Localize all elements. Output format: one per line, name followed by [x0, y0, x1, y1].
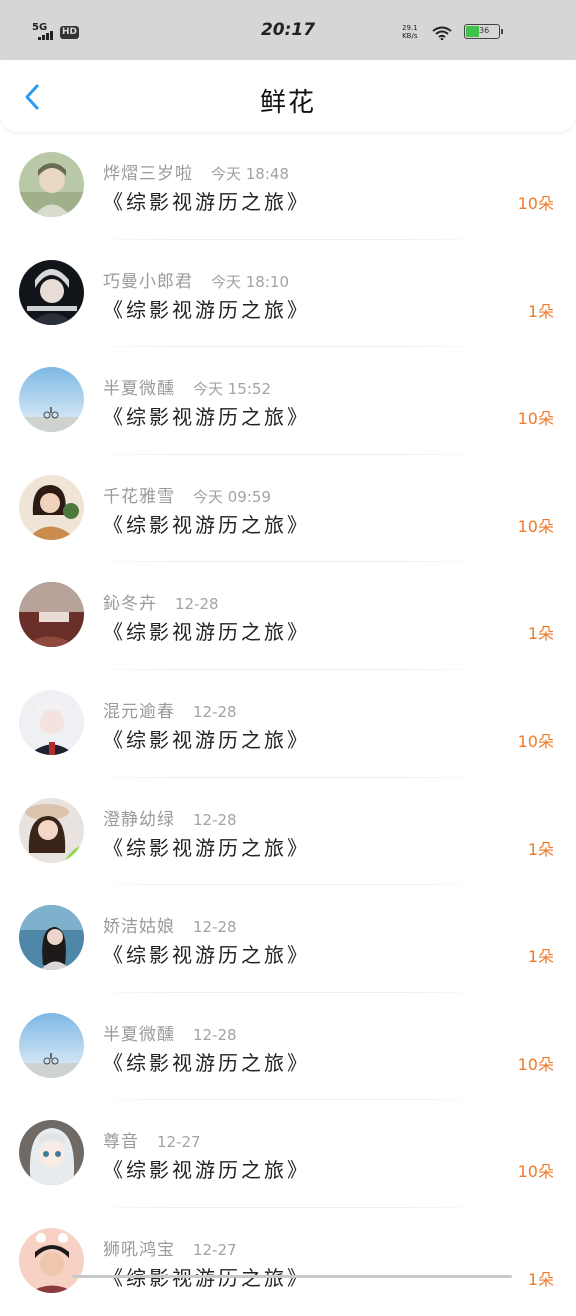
user-name: 鈊冬卉 12-28 [103, 594, 219, 615]
record-time: 12-28 [193, 1025, 237, 1044]
record-time: 今天 18:10 [211, 272, 289, 291]
user-name: 巧曼小郎君 今天 18:10 [103, 271, 289, 292]
list-item[interactable]: 巧曼小郎君 今天 18:10 《综影视游历之旅》 1朵 [0, 240, 576, 348]
list-item[interactable]: 半夏微醺 今天 15:52 《综影视游历之旅》 10朵 [0, 347, 576, 455]
nav-header: 鲜花 [0, 60, 576, 132]
list-item[interactable]: 混元逾春 12-28 《综影视游历之旅》 10朵 [0, 670, 576, 778]
record-time: 12-28 [193, 918, 237, 937]
avatar[interactable] [19, 1227, 84, 1293]
record-time: 12-27 [193, 1240, 237, 1259]
book-title: 《综影视游历之旅》 [103, 727, 310, 752]
avatar[interactable] [19, 582, 84, 648]
book-title: 《综影视游历之旅》 [103, 943, 310, 968]
record-time: 今天 18:48 [211, 165, 289, 183]
book-title: 《综影视游历之旅》 [103, 297, 310, 322]
record-time: 12-28 [175, 595, 219, 614]
flower-count: 10朵 [517, 1054, 554, 1074]
book-title: 《综影视游历之旅》 [103, 512, 310, 537]
avatar[interactable] [19, 905, 84, 971]
battery-icon: 36 [464, 24, 503, 39]
flower-count: 1朵 [527, 839, 554, 859]
avatar[interactable] [19, 1012, 84, 1078]
wifi-icon [432, 25, 452, 44]
book-title: 《综影视游历之旅》 [103, 190, 310, 214]
avatar[interactable] [19, 152, 84, 217]
flower-count: 10朵 [517, 1162, 554, 1182]
list-item[interactable]: 半夏微醺 12-28 《综影视游历之旅》 10朵 [0, 993, 576, 1101]
avatar[interactable] [19, 689, 84, 755]
avatar[interactable] [19, 1120, 84, 1186]
list-item[interactable]: 千花雅雪 今天 09:59 《综影视游历之旅》 10朵 [0, 455, 576, 563]
user-name: 千花雅雪 今天 09:59 [103, 486, 271, 507]
flower-count: 1朵 [527, 1269, 554, 1289]
scroll-indicator [72, 1275, 512, 1278]
user-name: 澄静幼绿 12-28 [103, 809, 237, 830]
book-title: 《综影视游历之旅》 [103, 405, 310, 430]
flower-count: 10朵 [517, 731, 554, 751]
network-speed: 29.1 KB/s [402, 24, 418, 40]
record-time: 今天 15:52 [193, 380, 271, 399]
record-time: 12-28 [193, 702, 237, 721]
list-item[interactable]: 烨熠三岁啦 今天 18:48 《综影视游历之旅》 10朵 [0, 132, 576, 240]
flower-count: 10朵 [517, 516, 554, 536]
book-title: 《综影视游历之旅》 [103, 1158, 310, 1183]
speed-unit: KB/s [402, 32, 418, 40]
flower-count: 10朵 [517, 409, 554, 429]
user-name: 混元逾春 12-28 [103, 701, 237, 722]
book-title: 《综影视游历之旅》 [103, 835, 310, 860]
user-name: 半夏微醺 12-28 [103, 1024, 237, 1045]
page-title: 鲜花 [259, 88, 316, 118]
user-name: 半夏微醺 今天 15:52 [103, 379, 271, 400]
avatar[interactable] [19, 474, 84, 540]
user-name: 娇洁姑娘 12-28 [103, 917, 237, 938]
record-time: 今天 09:59 [193, 487, 271, 506]
user-name: 尊音 12-27 [103, 1132, 201, 1153]
flower-count: 10朵 [517, 194, 554, 213]
avatar[interactable] [19, 367, 84, 433]
avatar[interactable] [19, 797, 84, 863]
book-title: 《综影视游历之旅》 [103, 620, 310, 645]
speed-value: 29.1 [402, 24, 418, 32]
flower-record-list: 烨熠三岁啦 今天 18:48 《综影视游历之旅》 10朵 巧曼小郎君 今天 18:1… [0, 132, 576, 1316]
flower-count: 1朵 [527, 301, 554, 321]
list-item[interactable]: 尊音 12-27 《综影视游历之旅》 10朵 [0, 1100, 576, 1208]
user-name: 狮吼鸿宝 12-27 [103, 1239, 237, 1260]
status-bar: 5G HD 20:17 29.1 KB/s 36 [0, 0, 576, 60]
list-item[interactable]: 鈊冬卉 12-28 《综影视游历之旅》 1朵 [0, 562, 576, 670]
avatar[interactable] [19, 259, 84, 325]
record-time: 12-27 [157, 1133, 201, 1152]
user-name: 烨熠三岁啦 今天 18:48 [103, 164, 289, 184]
list-item[interactable]: 澄静幼绿 12-28 《综影视游历之旅》 1朵 [0, 778, 576, 886]
flower-count: 1朵 [527, 624, 554, 644]
list-item[interactable]: 娇洁姑娘 12-28 《综影视游历之旅》 1朵 [0, 885, 576, 993]
book-title: 《综影视游历之旅》 [103, 1050, 310, 1075]
flower-count: 1朵 [527, 947, 554, 967]
list-item[interactable]: 狮吼鸿宝12-27 《综影视游历之旅》 1朵 [0, 1208, 576, 1316]
battery-level: 36 [479, 26, 490, 35]
record-time: 12-28 [193, 810, 237, 829]
